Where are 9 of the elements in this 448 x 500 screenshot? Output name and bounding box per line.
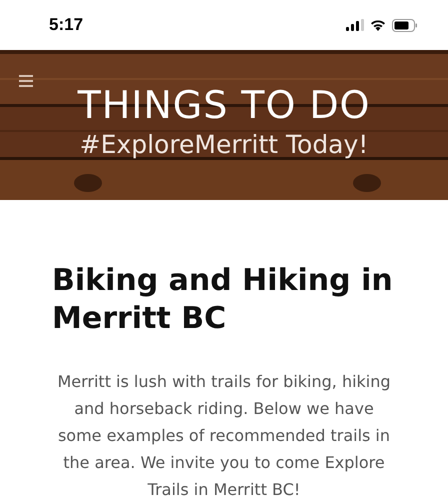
- wifi-icon: [370, 19, 386, 31]
- status-time: 5:17: [49, 14, 84, 36]
- banner-subtitle: #ExploreMerritt Today!: [80, 129, 368, 161]
- article-paragraph: Merritt is lush with trails for biking, hiking and horseback riding. Below we have some examples of recommended trails in the area. We invite you to come Explore Trails in Merritt BC!: [56, 371, 392, 500]
- signal-icon: [346, 19, 364, 31]
- menu-icon[interactable]: [19, 75, 33, 87]
- battery-icon: [392, 18, 418, 32]
- article-heading: Biking and Hiking in Merritt BC: [52, 262, 394, 338]
- banner-title: THINGS TO DO: [78, 83, 370, 127]
